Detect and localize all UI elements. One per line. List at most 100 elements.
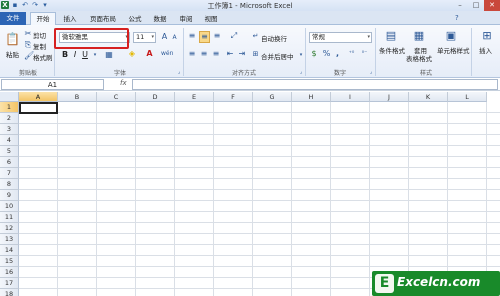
row-header-15[interactable]: 15 — [0, 256, 19, 267]
row-header-1[interactable]: 1 — [0, 102, 19, 113]
row-header-7[interactable]: 7 — [0, 168, 19, 179]
font-color-icon[interactable]: A — [145, 49, 154, 59]
copy-label[interactable]: 复制 — [33, 41, 46, 51]
orientation-icon[interactable]: ⤢ — [228, 31, 240, 41]
column-header-j[interactable]: J — [370, 92, 409, 102]
row-header-17[interactable]: 17 — [0, 278, 19, 289]
tab-view[interactable]: 视图 — [201, 13, 221, 25]
row-header-3[interactable]: 3 — [0, 124, 19, 135]
row-gridline — [19, 156, 500, 157]
number-format-combo[interactable]: 常规 ▾ — [309, 32, 372, 43]
column-header-l[interactable]: L — [448, 92, 487, 102]
active-cell-a1[interactable] — [19, 102, 58, 114]
close-icon[interactable]: ✕ — [484, 0, 500, 11]
merge-dropdown-icon[interactable]: ▾ — [298, 50, 304, 60]
row-header-14[interactable]: 14 — [0, 245, 19, 256]
column-header-h[interactable]: H — [292, 92, 331, 102]
increase-indent-icon[interactable]: ⇥ — [237, 49, 247, 59]
underline-button[interactable]: U — [81, 50, 89, 60]
row-header-16[interactable]: 16 — [0, 267, 19, 278]
maximize-icon[interactable]: □ — [468, 0, 484, 11]
shrink-font-icon[interactable]: A — [170, 33, 179, 43]
column-header-k[interactable]: K — [409, 92, 448, 102]
row-header-6[interactable]: 6 — [0, 157, 19, 168]
format-as-table-icon[interactable]: ▦ — [412, 29, 426, 43]
bold-button[interactable]: B — [61, 50, 69, 60]
row-header-9[interactable]: 9 — [0, 190, 19, 201]
select-all-corner[interactable] — [0, 92, 19, 102]
align-bottom-icon[interactable]: ≡ — [212, 31, 222, 41]
italic-button[interactable]: I — [71, 50, 79, 60]
row-header-5[interactable]: 5 — [0, 146, 19, 157]
tab-review[interactable]: 审阅 — [176, 13, 196, 25]
currency-icon[interactable]: $ — [309, 49, 319, 59]
column-header-a[interactable]: A — [19, 92, 58, 102]
row-header-18[interactable]: 18 — [0, 289, 19, 296]
copy-icon[interactable]: ⎘ — [24, 40, 32, 50]
cut-label[interactable]: 剪切 — [33, 30, 46, 40]
tab-formulas[interactable]: 公式 — [125, 13, 145, 25]
align-left-icon[interactable]: ≡ — [187, 49, 197, 59]
tab-data[interactable]: 数据 — [150, 13, 170, 25]
tab-file[interactable]: 文件 — [0, 12, 26, 25]
align-middle-icon[interactable]: ≡ — [199, 31, 210, 43]
row-header-8[interactable]: 8 — [0, 179, 19, 190]
decrease-indent-icon[interactable]: ⇤ — [225, 49, 235, 59]
tab-home[interactable]: 开始 — [30, 12, 56, 25]
align-right-icon[interactable]: ≡ — [211, 49, 221, 59]
name-box[interactable]: A1 — [1, 79, 104, 90]
grow-font-icon[interactable]: A — [160, 32, 169, 42]
row-header-10[interactable]: 10 — [0, 201, 19, 212]
alignment-dialog-launcher-icon[interactable]: ⌟ — [298, 67, 304, 77]
row-header-12[interactable]: 12 — [0, 223, 19, 234]
conditional-formatting-label[interactable]: 条件格式 — [379, 45, 405, 55]
format-painter-label[interactable]: 格式刷 — [33, 52, 53, 62]
row-header-13[interactable]: 13 — [0, 234, 19, 245]
font-dialog-launcher-icon[interactable]: ⌟ — [176, 67, 182, 77]
fill-color-icon[interactable]: ◈ — [127, 49, 137, 59]
column-header-d[interactable]: D — [136, 92, 175, 102]
minimize-icon[interactable]: – — [452, 0, 468, 11]
insert-cells-icon[interactable]: ⊞ — [480, 29, 494, 43]
column-header-c[interactable]: C — [97, 92, 136, 102]
align-top-icon[interactable]: ≡ — [187, 31, 197, 41]
column-header-i[interactable]: I — [331, 92, 370, 102]
format-painter-icon[interactable]: 🖌 — [24, 51, 34, 61]
increase-decimal-icon[interactable]: ⁺⁰ — [346, 49, 357, 59]
number-dialog-launcher-icon[interactable]: ⌟ — [368, 67, 374, 77]
paste-icon[interactable]: 📋 — [5, 30, 20, 48]
format-as-table-label-2[interactable]: 表格格式 — [406, 53, 432, 63]
row-gridline — [19, 178, 500, 179]
tab-insert[interactable]: 插入 — [60, 13, 80, 25]
paste-label[interactable]: 粘贴 — [6, 49, 19, 59]
align-center-icon[interactable]: ≡ — [199, 49, 209, 59]
cell-styles-label[interactable]: 单元格样式 — [437, 45, 470, 55]
help-icon[interactable]: ? — [455, 13, 459, 23]
insert-cells-label[interactable]: 插入 — [479, 45, 492, 55]
wrap-text-label[interactable]: 自动换行 — [261, 33, 287, 43]
phonetic-icon[interactable]: wén — [161, 49, 173, 59]
border-icon[interactable]: ▦ — [104, 50, 114, 60]
cut-icon[interactable]: ✂ — [24, 29, 32, 39]
merge-center-icon[interactable]: ⊞ — [251, 49, 260, 59]
row-header-11[interactable]: 11 — [0, 212, 19, 223]
row-header-4[interactable]: 4 — [0, 135, 19, 146]
column-header-f[interactable]: F — [214, 92, 253, 102]
merge-center-label[interactable]: 合并后居中 — [261, 51, 294, 61]
column-header-g[interactable]: G — [253, 92, 292, 102]
underline-dropdown-icon[interactable]: ▾ — [92, 50, 98, 60]
tab-page-layout[interactable]: 页面布局 — [86, 13, 120, 25]
decrease-decimal-icon[interactable]: ⁰⁻ — [359, 49, 370, 59]
fx-icon[interactable]: fx — [120, 79, 127, 87]
font-size-combo[interactable]: 11 ▾ — [133, 32, 156, 43]
column-header-b[interactable]: B — [58, 92, 97, 102]
column-header-e[interactable]: E — [175, 92, 214, 102]
cell-styles-icon[interactable]: ▣ — [444, 29, 458, 43]
conditional-formatting-icon[interactable]: ▤ — [384, 29, 398, 43]
percent-icon[interactable]: % — [322, 49, 331, 59]
wrap-text-icon[interactable]: ↵ — [251, 31, 260, 41]
row-header-2[interactable]: 2 — [0, 113, 19, 124]
formula-input[interactable] — [132, 79, 498, 90]
worksheet-grid[interactable]: ABCDEFGHIJKL 1 2 3 4 5 6 7 8 9 10 11 12 13 14 15 16 17 18 — [0, 92, 500, 296]
comma-icon[interactable]: , — [334, 49, 341, 59]
